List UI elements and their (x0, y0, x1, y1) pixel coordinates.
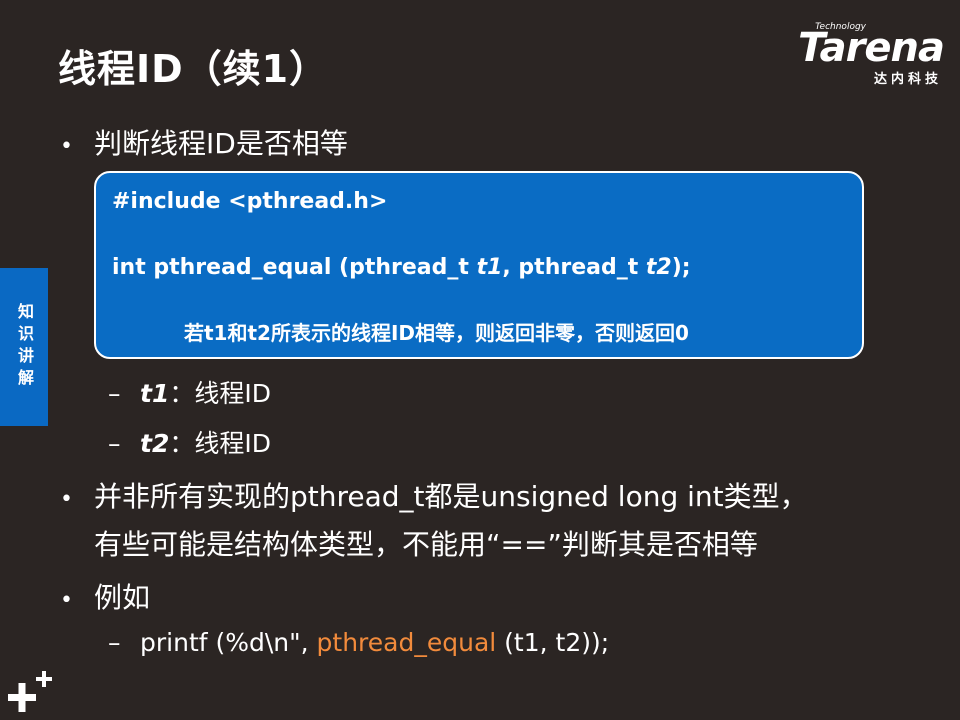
code-param-t1: t1 (476, 255, 503, 280)
example-func: pthread_equal (316, 628, 497, 657)
bullet-continuation: 有些可能是结构体类型，不能用“==”判断其是否相等 (94, 528, 758, 561)
bullet-dot: • (60, 588, 73, 613)
code-include-line: #include <pthread.h> (112, 189, 388, 214)
plus-plus-icon (8, 671, 52, 712)
logo-subtitle: 达内科技 (873, 72, 942, 87)
dash-bullet: – (108, 628, 121, 657)
param-desc: ：线程ID (169, 429, 271, 458)
bullet-text: 例如 (94, 581, 151, 614)
bullet-item: • 判断线程ID是否相等 (60, 122, 348, 162)
bullet-text: 并非所有实现的pthread_t都是unsigned long int类型， (94, 480, 808, 513)
code-sig-mid: , pthread_t (502, 255, 646, 280)
bullet-item: • 例如 (60, 576, 150, 616)
code-sig-prefix: int pthread_equal (pthread_t (112, 255, 477, 280)
param-desc: ：线程ID (169, 379, 271, 408)
param-item-t1: – t1：线程ID (108, 374, 271, 410)
side-tab-label: 知识讲解 (15, 303, 34, 391)
code-return-note: 若t1和t2所表示的线程ID相等，则返回非零，否则返回0 (184, 321, 689, 345)
bullet-dot: • (60, 134, 73, 159)
param-name: t2 (140, 429, 170, 458)
example-suffix: (t1, t2)); (496, 628, 610, 657)
example-line: – printf (%d\n", pthread_equal (t1, t2)); (108, 628, 609, 657)
param-name: t1 (140, 379, 170, 408)
code-param-t2: t2 (645, 255, 672, 280)
code-box: #include <pthread.h> int pthread_equal (… (94, 171, 864, 359)
slide-title: 线程ID（续1） (58, 47, 329, 91)
bullet-text: 判断线程ID是否相等 (94, 127, 348, 160)
bullet-item: • 并非所有实现的pthread_t都是unsigned long int类型， (60, 475, 808, 515)
code-signature-line: int pthread_equal (pthread_t t1, pthread… (112, 255, 691, 280)
dash-bullet: – (108, 379, 121, 408)
bullet-dot: • (60, 487, 73, 512)
code-sig-suffix: ); (671, 255, 691, 280)
side-tab-knowledge: 知识讲解 (0, 268, 48, 426)
logo-wordmark: Tarena (798, 25, 945, 71)
dash-bullet: – (108, 429, 121, 458)
param-item-t2: – t2：线程ID (108, 424, 271, 460)
tarena-logo: Technology Tarena 达内科技 (774, 22, 945, 87)
example-prefix: printf (%d\n", (140, 628, 317, 657)
